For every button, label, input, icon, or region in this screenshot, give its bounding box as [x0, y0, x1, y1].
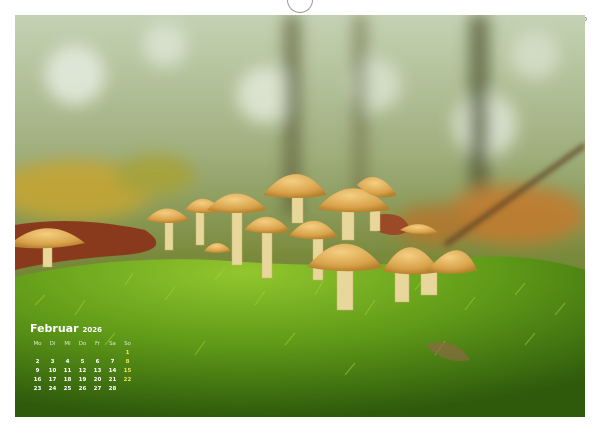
day-cell: 22 [123, 377, 132, 383]
day-cell: 23 [33, 386, 42, 392]
day-cell: 4 [65, 359, 70, 365]
year-label: 2026 [82, 326, 102, 334]
day-cell: 7 [110, 359, 115, 365]
weekday-label: Mo [33, 341, 42, 347]
day-cell: 26 [78, 386, 87, 392]
weekday-label: Do [78, 341, 87, 347]
weekday-label: Sa [109, 341, 116, 347]
weekday-label: Di [49, 341, 56, 347]
day-cell: 5 [80, 359, 85, 365]
day-cell [90, 349, 105, 357]
calendar-month: Februar 2026 Mo Di Mi Do Fr Sa So 1 2 3 … [30, 322, 140, 393]
day-cell: 11 [63, 368, 72, 374]
day-cell: 27 [93, 386, 102, 392]
day-cell: 2 [35, 359, 40, 365]
day-cell: 18 [63, 377, 72, 383]
day-cell: 13 [93, 368, 102, 374]
day-cell: 19 [78, 377, 87, 383]
day-cell [105, 349, 120, 357]
month-name: Februar [30, 322, 79, 335]
weekday-label: Fr [94, 341, 101, 347]
day-cell: 8 [125, 359, 130, 365]
calendar-grid: Mo Di Mi Do Fr Sa So 1 2 3 4 5 6 7 8 9 1… [30, 340, 140, 393]
day-cell: 10 [48, 368, 57, 374]
day-cell [60, 349, 75, 357]
day-cell: 1 [125, 350, 130, 356]
day-cell: 6 [95, 359, 100, 365]
day-cell [45, 349, 60, 357]
day-cell [30, 349, 45, 357]
day-cell: 28 [108, 386, 117, 392]
day-cell: 24 [48, 386, 57, 392]
day-cell [75, 349, 90, 357]
day-cell: 17 [48, 377, 57, 383]
day-cell: 20 [93, 377, 102, 383]
day-cell [120, 385, 135, 393]
weekday-label: Mi [64, 341, 71, 347]
calendar-header: Februar 2026 [30, 322, 140, 335]
day-cell: 3 [50, 359, 55, 365]
day-cell: 14 [108, 368, 117, 374]
day-cell: 15 [123, 368, 132, 374]
day-cell: 21 [108, 377, 117, 383]
day-cell: 25 [63, 386, 72, 392]
hanger-notch [287, 0, 313, 13]
day-cell: 9 [35, 368, 40, 374]
day-cell: 16 [33, 377, 42, 383]
day-cell: 12 [78, 368, 87, 374]
weekday-label: So [124, 341, 131, 347]
